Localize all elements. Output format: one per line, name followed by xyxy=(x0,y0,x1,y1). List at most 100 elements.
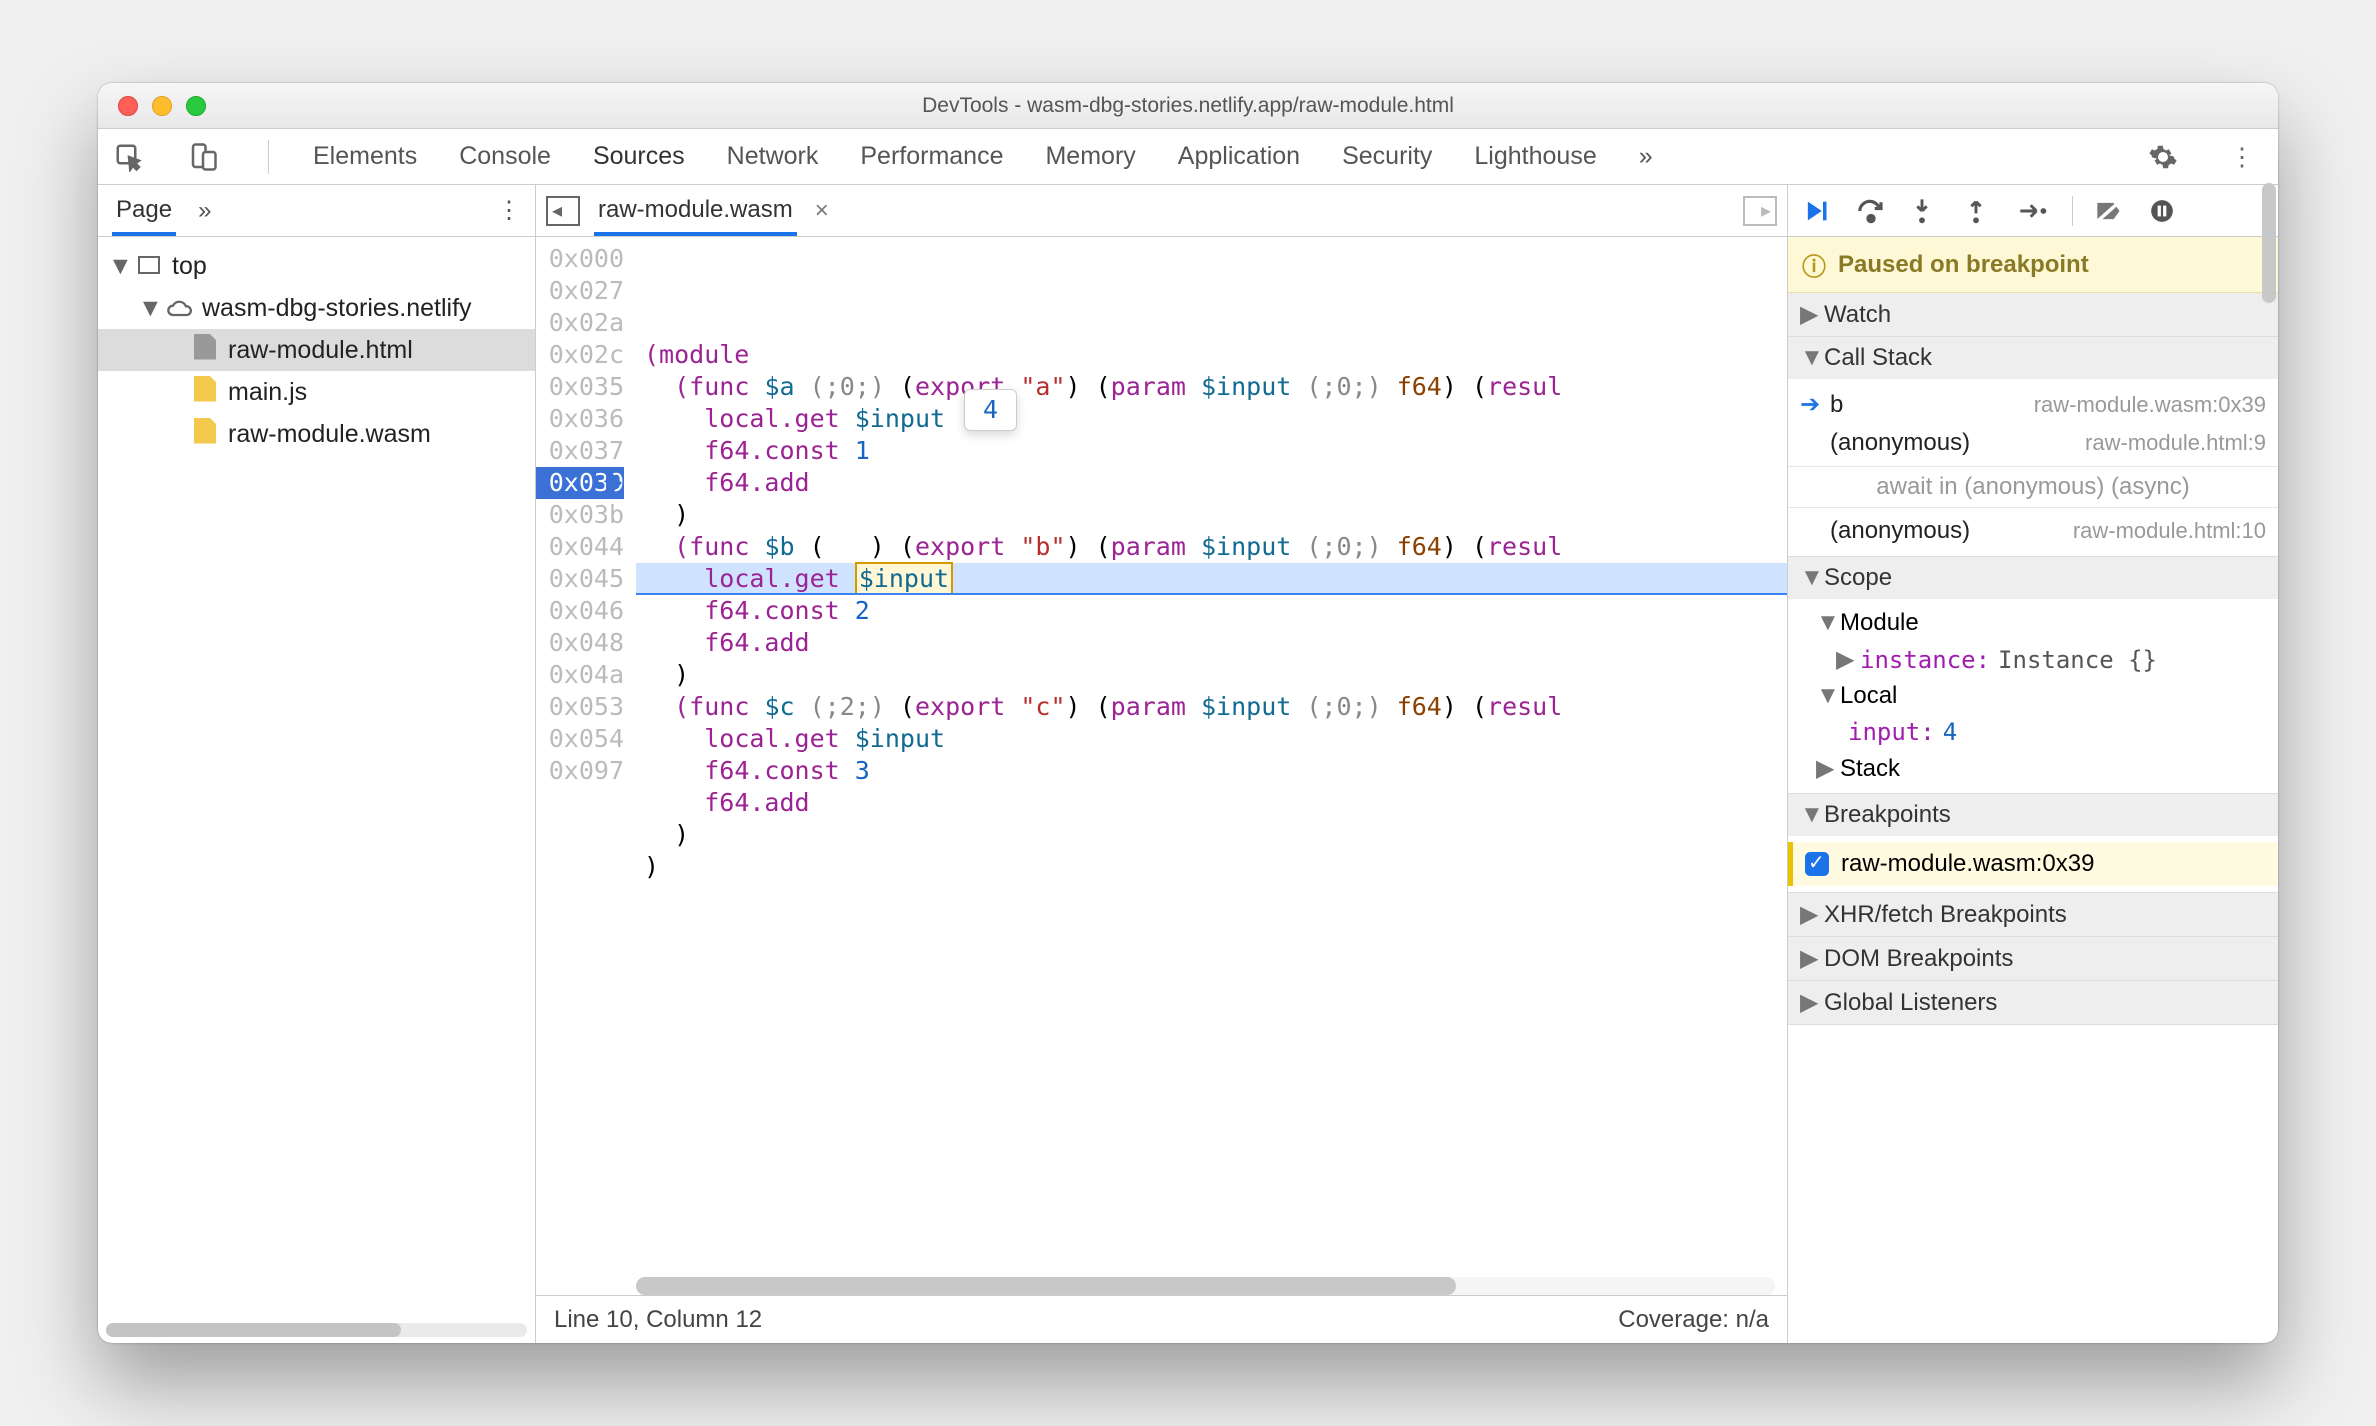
code-line[interactable]: f64.add xyxy=(636,787,1787,819)
gutter-line[interactable]: 0x044 xyxy=(536,531,624,563)
editor-tab[interactable]: raw-module.wasm xyxy=(594,186,797,236)
more-icon[interactable]: ⋮ xyxy=(2222,142,2262,172)
code-line[interactable]: f64.const 3 xyxy=(636,755,1787,787)
step-into-icon[interactable] xyxy=(1910,197,1942,225)
disclosure-triangle-icon: ▶ xyxy=(1800,300,1816,329)
file-raw-module-html[interactable]: raw-module.html xyxy=(98,329,535,371)
breakpoint-row[interactable]: raw-module.wasm:0x39 xyxy=(1788,842,2278,886)
file-raw-module-wasm[interactable]: raw-module.wasm xyxy=(98,413,535,455)
code-line[interactable]: (func $c (;2;) (export "c") (param $inpu… xyxy=(636,691,1787,723)
global-listeners-header[interactable]: ▶Global Listeners xyxy=(1788,981,2278,1024)
zoom-window-icon[interactable] xyxy=(186,96,206,116)
horizontal-scrollbar[interactable] xyxy=(106,1323,527,1337)
callstack-frame[interactable]: (anonymous)raw-module.html:9 xyxy=(1788,424,2278,462)
scope-module[interactable]: ▼Module xyxy=(1788,605,2278,641)
gutter-line[interactable]: 0x097 xyxy=(536,755,624,787)
tree-top[interactable]: ▼ top xyxy=(98,245,535,287)
gutter-line[interactable]: 0x035 xyxy=(536,371,624,403)
close-tab-icon[interactable]: × xyxy=(815,197,829,225)
xhr-breakpoints-header[interactable]: ▶XHR/fetch Breakpoints xyxy=(1788,893,2278,936)
code-editor[interactable]: 0x0000x0270x02a0x02c0x0350x0360x0370x039… xyxy=(536,237,1787,1277)
tab-network[interactable]: Network xyxy=(723,142,823,171)
code-line[interactable]: local.get $input xyxy=(636,403,1787,435)
inspect-icon[interactable] xyxy=(114,142,154,172)
show-debugger-icon[interactable] xyxy=(1743,196,1777,226)
tab-memory[interactable]: Memory xyxy=(1041,142,1139,171)
code-line[interactable]: ) xyxy=(636,819,1787,851)
callstack-frame[interactable]: ➔braw-module.wasm:0x39 xyxy=(1788,385,2278,424)
step-icon[interactable] xyxy=(2018,199,2050,223)
minimize-window-icon[interactable] xyxy=(152,96,172,116)
pause-exceptions-icon[interactable] xyxy=(2149,198,2181,224)
navigator-more-icon[interactable]: ⋮ xyxy=(497,196,521,225)
page-tab[interactable]: Page xyxy=(112,186,176,236)
editor-horizontal-scrollbar[interactable] xyxy=(636,1277,1775,1295)
code-line[interactable]: local.get $input xyxy=(636,723,1787,755)
code-line[interactable]: ) xyxy=(636,659,1787,691)
callstack-frame[interactable]: (anonymous)raw-module.html:10 xyxy=(1788,512,2278,550)
code-line[interactable]: (func $a (;0;) (export "a") (param $inpu… xyxy=(636,371,1787,403)
scope-instance[interactable]: ▶ instance: Instance {} xyxy=(1788,641,2278,678)
tab-sources[interactable]: Sources xyxy=(589,142,689,171)
tab-console[interactable]: Console xyxy=(455,142,555,171)
navigator-tabs: Page » ⋮ xyxy=(98,185,535,237)
code-area[interactable]: (module (func $a (;0;) (export "a") (par… xyxy=(636,237,1787,1277)
scope-stack[interactable]: ▶Stack xyxy=(1788,750,2278,787)
resume-icon[interactable] xyxy=(1802,197,1834,225)
gutter-line[interactable]: 0x037 xyxy=(536,435,624,467)
tab-security[interactable]: Security xyxy=(1338,142,1436,171)
device-toolbar-icon[interactable] xyxy=(188,142,228,172)
gutter-line[interactable]: 0x04a xyxy=(536,659,624,691)
gutter-line[interactable]: 0x046 xyxy=(536,595,624,627)
callstack-section-header[interactable]: ▼ Call Stack xyxy=(1788,337,2278,379)
gutter-line[interactable]: 0x000 xyxy=(536,243,624,275)
breakpoints-section-header[interactable]: ▼ Breakpoints xyxy=(1788,794,2278,836)
dom-breakpoints-header[interactable]: ▶DOM Breakpoints xyxy=(1788,937,2278,980)
code-line[interactable]: (func $b ( ) (export "b") (param $input … xyxy=(636,531,1787,563)
tabs-overflow-icon[interactable]: » xyxy=(1635,142,1657,171)
code-line[interactable]: f64.const 1 xyxy=(636,435,1787,467)
gutter-line[interactable]: 0x048 xyxy=(536,627,624,659)
gutter-line[interactable]: 0x02c xyxy=(536,339,624,371)
tab-application[interactable]: Application xyxy=(1174,142,1304,171)
code-line[interactable]: ) xyxy=(636,499,1787,531)
gutter-line[interactable]: 0x054 xyxy=(536,723,624,755)
code-line[interactable]: f64.const 2 xyxy=(636,595,1787,627)
code-line[interactable]: f64.add xyxy=(636,627,1787,659)
gutter-line[interactable]: 0x027 xyxy=(536,275,624,307)
callstack-list: ➔braw-module.wasm:0x39(anonymous)raw-mod… xyxy=(1788,379,2278,556)
gutter[interactable]: 0x0000x0270x02a0x02c0x0350x0360x0370x039… xyxy=(536,237,636,1277)
gutter-line[interactable]: 0x036 xyxy=(536,403,624,435)
gutter-line[interactable]: 0x03b xyxy=(536,499,624,531)
disclosure-triangle-icon[interactable]: ▼ xyxy=(138,294,156,323)
disclosure-triangle-icon[interactable]: ▼ xyxy=(108,252,126,281)
tab-lighthouse[interactable]: Lighthouse xyxy=(1470,142,1600,171)
code-line[interactable]: f64.add xyxy=(636,467,1787,499)
code-line[interactable]: (module xyxy=(636,339,1787,371)
deactivate-breakpoints-icon[interactable] xyxy=(2095,199,2127,223)
navigator-overflow-icon[interactable]: » xyxy=(198,197,211,225)
breakpoint-checkbox[interactable] xyxy=(1805,852,1829,876)
step-over-icon[interactable] xyxy=(1856,198,1888,224)
scope-local[interactable]: ▼Local xyxy=(1788,678,2278,714)
settings-icon[interactable] xyxy=(2148,142,2188,172)
watch-section-header[interactable]: ▶ Watch xyxy=(1788,293,2278,336)
scope-local-input[interactable]: input: 4 xyxy=(1788,714,2278,750)
code-line[interactable]: ) xyxy=(636,851,1787,883)
gutter-line[interactable]: 0x02a xyxy=(536,307,624,339)
tab-elements[interactable]: Elements xyxy=(309,142,421,171)
gutter-line[interactable]: 0x053 xyxy=(536,691,624,723)
step-out-icon[interactable] xyxy=(1964,197,1996,225)
divider xyxy=(268,140,269,174)
gutter-line[interactable]: 0x045 xyxy=(536,563,624,595)
tree-domain[interactable]: ▼ wasm-dbg-stories.netlify xyxy=(98,287,535,329)
tab-performance[interactable]: Performance xyxy=(856,142,1007,171)
file-icon xyxy=(192,376,218,409)
scope-section-header[interactable]: ▼ Scope xyxy=(1788,557,2278,599)
gutter-line[interactable]: 0x039 xyxy=(536,467,624,499)
close-window-icon[interactable] xyxy=(118,96,138,116)
vertical-scrollbar[interactable] xyxy=(2262,183,2276,1333)
code-line[interactable]: local.get $input xyxy=(636,563,1787,595)
file-main-js[interactable]: main.js xyxy=(98,371,535,413)
show-navigator-icon[interactable] xyxy=(546,196,580,226)
